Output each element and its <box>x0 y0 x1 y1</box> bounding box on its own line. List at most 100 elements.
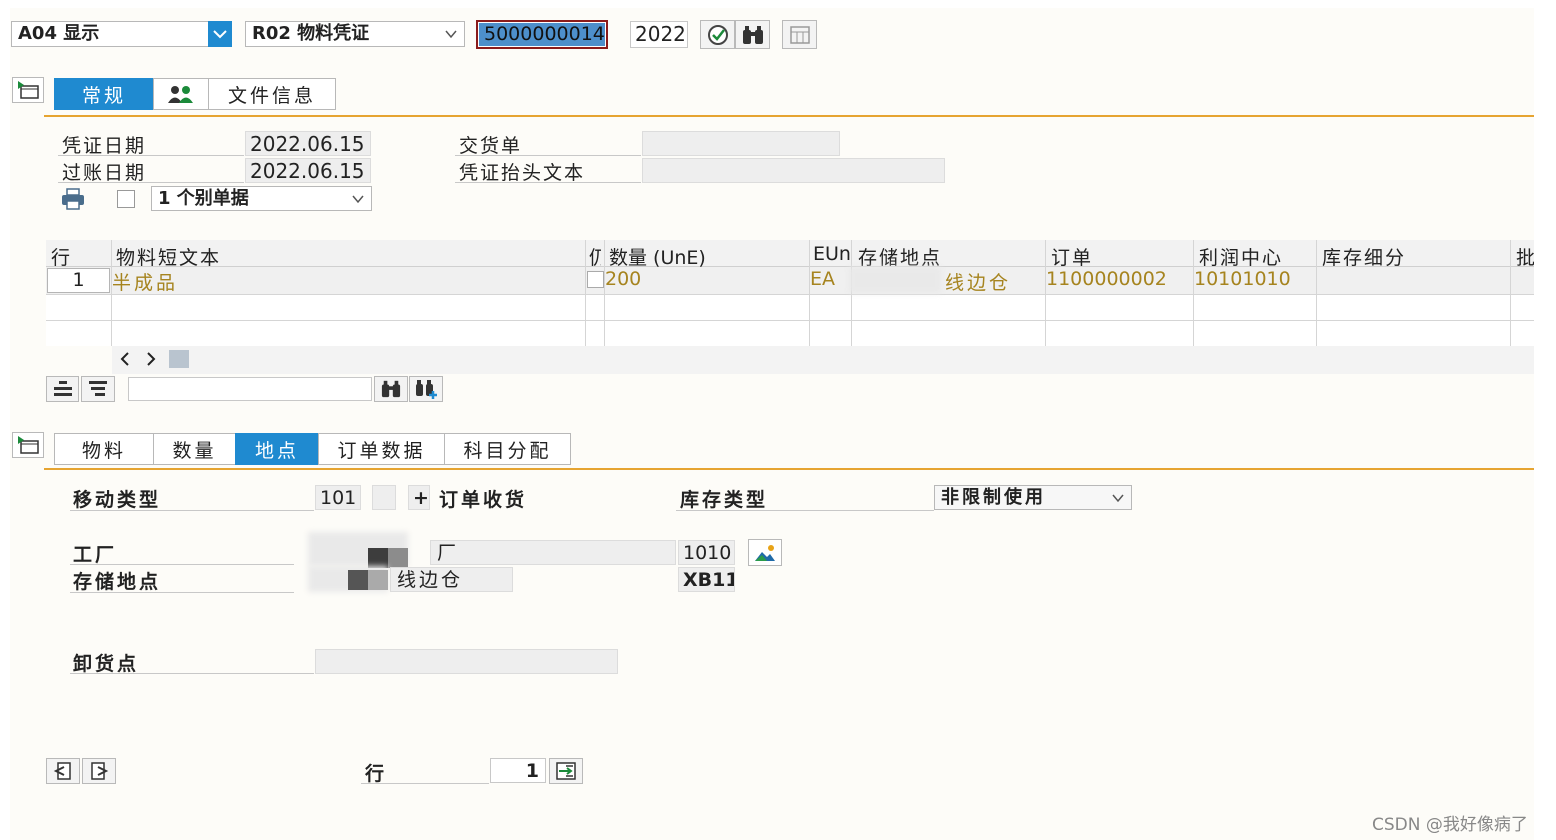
delivery-field[interactable] <box>642 131 840 156</box>
header-text-field[interactable] <box>642 158 945 183</box>
table-search-input[interactable] <box>128 377 372 401</box>
table-find-next-button[interactable] <box>409 376 443 402</box>
next-page-icon <box>91 762 109 780</box>
scroll-left-button[interactable] <box>118 349 134 369</box>
binoculars-icon <box>742 25 763 44</box>
reference-select[interactable]: R02 物料凭证 <box>245 21 465 47</box>
items-table-header <box>46 240 1534 267</box>
stock-type-label: 库存类型 <box>680 489 769 511</box>
action-select[interactable]: A04 显示 <box>11 21 232 47</box>
chevron-down-icon <box>351 187 365 219</box>
print-button[interactable] <box>60 187 86 211</box>
header-tab-rule <box>44 115 1534 117</box>
movement-special-field[interactable] <box>372 485 396 510</box>
document-number-input[interactable]: 5000000014 <box>476 20 608 49</box>
collapse-panel-icon <box>18 436 39 454</box>
dropdown-button[interactable] <box>208 21 232 47</box>
print-option-select[interactable]: 1 个别单据 <box>151 186 372 211</box>
table-find-button[interactable] <box>374 376 408 402</box>
header-text-underline <box>455 182 641 183</box>
col-header-material-text: 物料短文本 <box>116 247 222 269</box>
unloading-underline <box>70 673 314 674</box>
detail-toggle-button[interactable] <box>12 432 44 458</box>
tab-partners[interactable] <box>153 78 209 110</box>
movement-type-label: 移动类型 <box>73 489 162 511</box>
unloading-label: 卸货点 <box>73 653 140 675</box>
tab-material[interactable]: 物料 <box>54 433 154 465</box>
post-date-field[interactable]: 2022.06.15 <box>245 158 371 183</box>
watermark: CSDN @我好像病了 <box>1372 815 1528 835</box>
layout-button[interactable] <box>782 20 817 49</box>
tab-general-label: 常规 <box>81 84 126 107</box>
stock-type-select[interactable]: 非限制使用 <box>934 485 1132 510</box>
print-checkbox[interactable] <box>117 190 135 208</box>
scroll-right-button[interactable] <box>144 349 160 369</box>
row-line-cell[interactable]: 1 <box>47 268 110 293</box>
previous-item-button[interactable] <box>46 758 80 784</box>
sloc-underline <box>70 592 294 593</box>
year-input[interactable]: 2022 <box>630 21 688 48</box>
detail-tab-rule <box>44 468 1534 470</box>
plant-name-field[interactable]: 厂 <box>430 540 676 565</box>
movement-type-underline <box>70 510 314 511</box>
go-to-line-icon <box>556 762 576 780</box>
next-item-button[interactable] <box>82 758 116 784</box>
col-header-line: 行 <box>51 247 71 269</box>
row-line-value: 1 <box>72 269 85 291</box>
plant-underline <box>70 564 294 565</box>
stock-type-value: 非限制使用 <box>941 487 1046 508</box>
sloc-name-field[interactable]: 线边仓 <box>390 567 513 592</box>
tab-general[interactable]: 常规 <box>54 78 154 110</box>
execute-button[interactable] <box>700 20 735 49</box>
redacted-block <box>348 570 368 590</box>
tab-location[interactable]: 地点 <box>235 433 319 465</box>
movement-sign-field[interactable]: + <box>408 485 430 510</box>
redacted-block <box>388 548 408 568</box>
post-date-label: 过账日期 <box>62 162 147 184</box>
movement-type-field[interactable]: 101 <box>315 485 361 510</box>
row-divider <box>46 320 1534 321</box>
row-material-text: 半成品 <box>112 272 179 294</box>
tab-order-data[interactable]: 订单数据 <box>318 433 445 465</box>
col-header-unit: EUn <box>813 243 851 265</box>
horizontal-scrollbar[interactable] <box>112 346 1534 374</box>
header-text-label: 凭证抬头文本 <box>459 162 586 184</box>
header-toggle-button[interactable] <box>12 77 44 103</box>
align-center-icon <box>53 381 72 396</box>
row-order: 1100000002 <box>1046 268 1167 290</box>
sloc-label: 存储地点 <box>73 571 162 593</box>
clock-check-icon <box>707 24 728 45</box>
plant-code-field[interactable]: 1010 <box>678 540 735 565</box>
filter-button[interactable] <box>81 376 115 402</box>
tab-document-info[interactable]: 文件信息 <box>208 78 336 110</box>
doc-date-value: 2022.06.15 <box>250 132 365 156</box>
select-all-button[interactable] <box>46 376 79 402</box>
binoculars-icon <box>381 380 401 398</box>
partners-icon <box>168 86 193 103</box>
grid-icon <box>789 25 810 44</box>
line-input[interactable]: 1 <box>490 758 546 783</box>
row-flag-checkbox[interactable] <box>587 271 604 288</box>
chevron-right-icon <box>147 352 156 366</box>
tab-quantity[interactable]: 数量 <box>153 433 236 465</box>
movement-type-value: 101 <box>320 487 357 509</box>
redacted-block <box>368 548 388 568</box>
tab-account-assignment-label: 科目分配 <box>463 439 552 462</box>
plant-map-button[interactable] <box>748 539 782 566</box>
go-to-line-button[interactable] <box>549 758 583 784</box>
post-date-underline <box>58 182 244 183</box>
sloc-code-value: XB11 <box>683 569 735 591</box>
tab-account-assignment[interactable]: 科目分配 <box>444 433 571 465</box>
find-button[interactable] <box>735 20 770 49</box>
redacted-block <box>849 267 941 293</box>
scroll-thumb[interactable] <box>169 350 189 368</box>
action-select-value: A04 显示 <box>18 23 100 44</box>
table-row[interactable]: 1 半成品 200 EA 线边仓 1100000002 10101010 <box>46 267 1534 294</box>
line-value: 1 <box>525 760 539 782</box>
sloc-code-field[interactable]: XB11 <box>678 567 735 592</box>
filter-lines-icon <box>89 381 107 396</box>
doc-date-field[interactable]: 2022.06.15 <box>245 131 371 156</box>
plant-name-value: 厂 <box>437 542 457 564</box>
tab-material-label: 物料 <box>81 439 126 462</box>
unloading-field[interactable] <box>315 649 618 674</box>
